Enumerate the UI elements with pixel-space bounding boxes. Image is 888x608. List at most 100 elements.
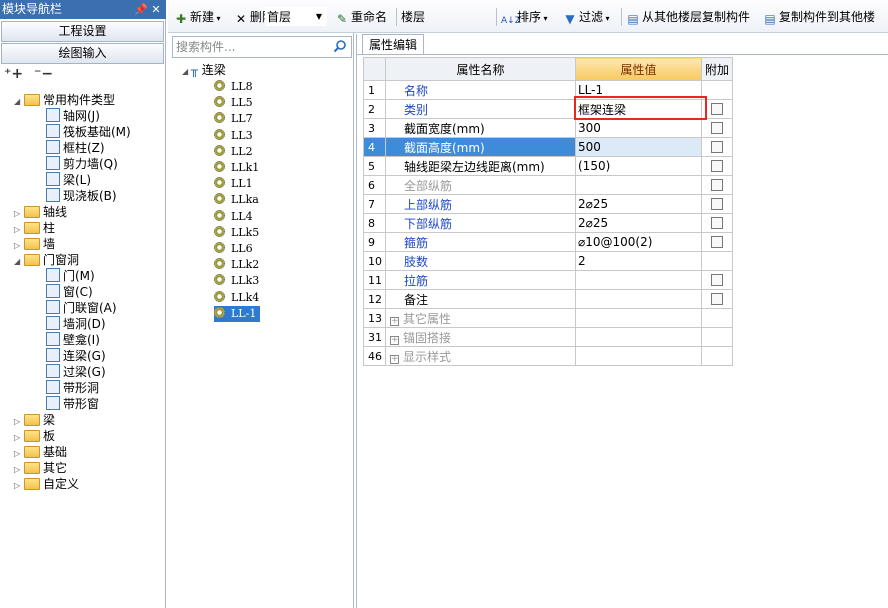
component-item[interactable]: LL1 xyxy=(214,176,253,192)
collapse-arrow-icon[interactable]: ◢ xyxy=(14,94,24,110)
project-settings-button[interactable]: 工程设置 xyxy=(1,21,164,42)
nav-tree-item[interactable]: ◢ 常用构件类型 xyxy=(14,92,115,108)
extra-checkbox[interactable] xyxy=(711,217,723,229)
sort-button[interactable]: A↓Z排序 ▾ xyxy=(501,7,548,27)
nav-tree-item[interactable]: ▷ 墙 xyxy=(14,236,55,252)
expand-arrow-icon[interactable]: ▷ xyxy=(14,478,24,494)
property-value[interactable]: ⌀10@100(2) xyxy=(575,232,702,252)
rename-button[interactable]: ✎ 重命名 xyxy=(335,7,387,27)
expand-plus-icon[interactable]: + xyxy=(390,316,399,326)
property-row[interactable]: 13 + 其它属性 xyxy=(363,308,733,328)
expand-all-icon[interactable]: ⁺+ xyxy=(4,66,23,82)
drawing-input-button[interactable]: 绘图输入 xyxy=(1,43,164,64)
extra-checkbox[interactable] xyxy=(711,160,723,172)
property-row[interactable]: 12 备注 xyxy=(363,289,733,309)
component-item[interactable]: LL7 xyxy=(214,111,253,127)
property-row[interactable]: 11 拉筋 xyxy=(363,270,733,290)
property-value[interactable]: 2⌀25 xyxy=(575,213,702,233)
close-icon[interactable]: ✕ xyxy=(149,0,163,19)
nav-tree-item[interactable]: 连梁(G) xyxy=(46,348,106,364)
property-row[interactable]: 10 肢数 2 xyxy=(363,251,733,271)
component-item[interactable]: LL5 xyxy=(214,95,253,111)
property-value[interactable]: (150) xyxy=(575,156,702,176)
property-value[interactable]: 300 xyxy=(575,118,702,138)
component-item[interactable]: LL2 xyxy=(214,144,253,160)
nav-tree-item[interactable]: 现浇板(B) xyxy=(46,188,117,204)
extra-checkbox[interactable] xyxy=(711,103,723,115)
extra-checkbox[interactable] xyxy=(711,293,723,305)
extra-checkbox[interactable] xyxy=(711,179,723,191)
expand-plus-icon[interactable]: + xyxy=(390,335,399,345)
nav-tree-item[interactable]: 筏板基础(M) xyxy=(46,124,131,140)
property-row[interactable]: 8 下部纵筋 2⌀25 xyxy=(363,213,733,233)
property-value[interactable]: 500 xyxy=(575,137,702,157)
component-item[interactable]: LL8 xyxy=(214,79,253,95)
tab-property-edit[interactable]: 属性编辑 xyxy=(362,34,424,55)
nav-tree-item[interactable]: 墙洞(D) xyxy=(46,316,106,332)
nav-tree-item[interactable]: 框柱(Z) xyxy=(46,140,105,156)
component-item[interactable]: LLk2 xyxy=(214,257,259,273)
component-item[interactable]: LLk4 xyxy=(214,290,259,306)
nav-tree-item[interactable]: ▷ 基础 xyxy=(14,444,67,460)
nav-tree-item[interactable]: ◢ 门窗洞 xyxy=(14,252,79,268)
nav-tree-item[interactable]: ▷ 板 xyxy=(14,428,55,444)
nav-tree-item[interactable]: ▷ 轴线 xyxy=(14,204,67,220)
nav-tree-item[interactable]: ▷ 柱 xyxy=(14,220,55,236)
property-value[interactable] xyxy=(575,308,702,328)
property-row[interactable]: 3 截面宽度(mm) 300 xyxy=(363,118,733,138)
filter-button[interactable]: ▼ 过滤 ▾ xyxy=(563,7,609,27)
copy-from-floor-button[interactable]: ▤ 从其他楼层复制构件 xyxy=(626,7,750,27)
nav-tree-item[interactable]: 带形窗 xyxy=(46,396,99,412)
property-value[interactable]: 2 xyxy=(575,251,702,271)
nav-tree-item[interactable]: ▷ 自定义 xyxy=(14,476,79,492)
component-item[interactable]: LLk5 xyxy=(214,225,259,241)
nav-tree-item[interactable]: 带形洞 xyxy=(46,380,99,396)
component-item[interactable]: LL6 xyxy=(214,241,253,257)
extra-checkbox[interactable] xyxy=(711,236,723,248)
search-icon[interactable] xyxy=(333,39,347,53)
property-row[interactable]: 4 截面高度(mm) 500 xyxy=(363,137,733,157)
component-item[interactable]: LL3 xyxy=(214,128,253,144)
collapse-all-icon[interactable]: ⁻− xyxy=(34,66,53,82)
component-item[interactable]: LL-1 xyxy=(214,305,261,322)
extra-checkbox[interactable] xyxy=(711,198,723,210)
property-value[interactable] xyxy=(575,270,702,290)
property-value[interactable] xyxy=(575,175,702,195)
nav-tree-item[interactable]: ▷ 其它 xyxy=(14,460,67,476)
new-button[interactable]: ✚ 新建 ▾ xyxy=(174,7,221,27)
nav-tree-item[interactable]: 轴网(J) xyxy=(46,108,100,124)
nav-tree-item[interactable]: 门联窗(A) xyxy=(46,300,117,316)
pin-icon[interactable]: 📌 xyxy=(134,0,148,19)
copy-to-floor-button[interactable]: ▤ 复制构件到其他楼 xyxy=(763,7,875,27)
nav-tree-item[interactable]: 壁龛(I) xyxy=(46,332,100,348)
property-row[interactable]: 6 全部纵筋 xyxy=(363,175,733,195)
nav-tree-item[interactable]: 门(M) xyxy=(46,268,95,284)
property-row[interactable]: 31 + 锚固搭接 xyxy=(363,327,733,347)
property-value[interactable] xyxy=(575,289,702,309)
nav-tree-item[interactable]: 窗(C) xyxy=(46,284,93,300)
nav-tree-item[interactable]: 梁(L) xyxy=(46,172,91,188)
property-row[interactable]: 5 轴线距梁左边线距离(mm) (150) xyxy=(363,156,733,176)
component-item[interactable]: LL4 xyxy=(214,209,253,225)
property-row[interactable]: 46 + 显示样式 xyxy=(363,346,733,366)
extra-checkbox[interactable] xyxy=(711,122,723,134)
expand-plus-icon[interactable]: + xyxy=(390,354,399,364)
tree-root-coupling-beam[interactable]: ◢ ╥ 连梁 xyxy=(182,62,226,78)
nav-tree-item[interactable]: 过梁(G) xyxy=(46,364,106,380)
component-item[interactable]: LLk3 xyxy=(214,273,259,289)
nav-tree-item[interactable]: 剪力墙(Q) xyxy=(46,156,118,172)
component-item[interactable]: LLka xyxy=(214,192,259,208)
property-value[interactable] xyxy=(575,346,702,366)
extra-checkbox[interactable] xyxy=(711,141,723,153)
component-item[interactable]: LLk1 xyxy=(214,160,259,176)
floor-select[interactable]: 首层 ▼ xyxy=(265,7,327,26)
property-row[interactable]: 7 上部纵筋 2⌀25 xyxy=(363,194,733,214)
property-value[interactable]: 2⌀25 xyxy=(575,194,702,214)
folder-icon xyxy=(24,430,40,442)
extra-checkbox[interactable] xyxy=(711,274,723,286)
property-value[interactable] xyxy=(575,327,702,347)
search-input[interactable]: 搜索构件... xyxy=(172,36,352,58)
nav-tree-item[interactable]: ▷ 梁 xyxy=(14,412,55,428)
collapse-arrow-icon[interactable]: ◢ xyxy=(14,254,24,270)
property-row[interactable]: 9 箍筋 ⌀10@100(2) xyxy=(363,232,733,252)
